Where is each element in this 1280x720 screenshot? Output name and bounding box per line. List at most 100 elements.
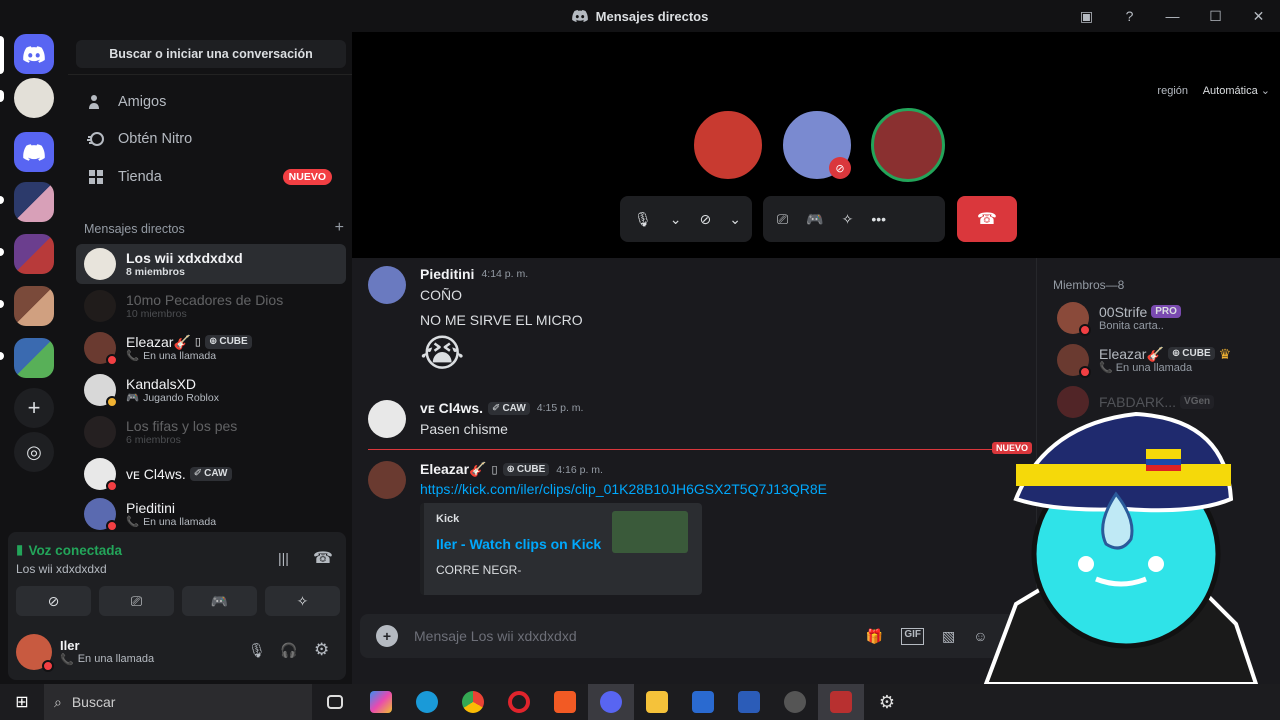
explorer-icon[interactable] [634,684,680,720]
task-view-icon[interactable] [312,684,358,720]
discover-button[interactable]: ◎ [14,432,54,472]
edge-icon[interactable] [404,684,450,720]
mic-icon[interactable]: 🎙 [248,642,266,659]
section-title: Mensajes directos [84,222,185,236]
server-folder[interactable] [14,182,54,222]
maximize-button[interactable]: ☐ [1194,8,1237,25]
add-dm-icon[interactable]: + [335,220,344,236]
region-select[interactable]: Automática [1203,85,1258,97]
avatar [84,458,118,492]
message-link[interactable]: https://kick.com/iler/clips/clip_01K28B1… [420,481,827,497]
dm-item[interactable]: KandalsXD 🎮 Jugando Roblox [76,370,346,410]
dm-item[interactable]: Los fifas y los pes 6 miembros [76,412,346,452]
avatar[interactable] [368,400,406,438]
gif-icon[interactable]: GIF [901,627,925,645]
game-icon: 🎮 [126,392,140,405]
app-icon[interactable] [772,684,818,720]
chevron-down-icon[interactable]: ⌄ [729,211,741,228]
hang-up-icon: ☎ [977,211,997,228]
search-button[interactable]: Buscar o iniciar una conversación [76,40,346,68]
call-participant[interactable]: ⊘ [780,108,854,182]
app-icon[interactable] [818,684,864,720]
server-icon[interactable] [14,132,54,172]
author[interactable]: Eleazar🎸 [420,461,486,478]
tag-text: CUBE [219,336,248,348]
status-dnd [106,354,118,366]
help-icon[interactable]: ? [1108,8,1151,24]
dm-name: KandalsXD [126,375,197,392]
taskbar-search[interactable]: ⌕ Buscar [44,684,312,720]
nav-friends[interactable]: Amigos [76,84,346,120]
member-item[interactable]: Eleazar🎸 ⊕ CUBE ♛ 📞 En una llamada [1057,344,1231,378]
plus-icon: + [27,395,41,420]
server-icon[interactable] [14,78,54,118]
chevron-down-icon: ⌄ [1260,85,1270,97]
nav-nitro[interactable]: Obtén Nitro [76,121,346,157]
close-button[interactable]: ✕ [1237,8,1280,25]
home-button[interactable] [14,34,54,74]
nav-shop[interactable]: Tienda NUEVO [76,159,346,195]
screenshare-icon[interactable]: ⎚ [777,211,788,228]
upload-icon[interactable]: + [376,625,398,647]
more-icon[interactable]: ••• [871,211,886,227]
discord-taskbar-icon[interactable] [588,684,634,720]
chrome-icon[interactable] [450,684,496,720]
soundboard-button[interactable]: ✧ [265,586,340,616]
user-status: En una llamada [77,653,155,665]
guild-tag: ⊕ CUBE [1167,346,1215,361]
divider [68,74,352,75]
copilot-icon[interactable] [358,684,404,720]
call-participant[interactable] [871,108,945,182]
shop-icon [89,170,103,184]
dm-item[interactable]: 10mo Pecadores de Dios 10 miembros [76,286,346,326]
word-icon[interactable] [726,684,772,720]
screenshare-button[interactable]: ⎚ [99,586,174,616]
dm-item[interactable]: Eleazar🎸 ▯ ⊕ CUBE 📞 En una llamada [76,328,346,368]
dm-item[interactable]: Los wii xdxdxdxd 8 miembros [76,244,346,284]
noise-icon[interactable]: ||| [278,550,289,566]
add-server-button[interactable]: + [14,388,54,428]
brave-icon[interactable] [542,684,588,720]
member-sub: En una llamada [1115,361,1193,374]
guild-tag: ✐ CAW [488,401,530,415]
hang-up-button[interactable]: ☎ [957,196,1017,242]
chevron-down-icon[interactable]: ⌄ [670,211,682,228]
server-folder[interactable] [14,234,54,274]
title-bar: Mensajes directos ▣ ? — ☐ ✕ [0,0,1280,32]
mic-icon[interactable]: 🎙 [634,211,652,228]
member-sub: Bonita carta.. [1099,319,1164,332]
dm-item[interactable]: Pieditini 📞 En una llamada [76,494,346,534]
author[interactable]: ᴠᴇ Cl4ws. [420,400,483,416]
server-folder[interactable] [14,338,54,378]
voice-channel[interactable]: Los wii xdxdxdxd [16,562,107,576]
soundboard-icon[interactable]: ✧ [842,211,854,228]
inbox-icon[interactable]: ▣ [1065,8,1108,25]
gift-icon[interactable]: 🎁 [866,628,883,645]
avatar[interactable] [368,461,406,499]
member-item[interactable]: 00Strife PRO Bonita carta.. [1057,302,1181,336]
dm-item[interactable]: ᴠᴇ Cl4ws. ✐ CAW [76,454,346,494]
gamepad-icon[interactable]: 🎮 [806,211,823,228]
camera-button[interactable]: ⊘ [16,586,91,616]
camera-off-icon[interactable]: ⊘ [700,211,712,228]
sticker-icon[interactable]: ▧ [942,628,955,645]
embed-thumbnail[interactable] [612,511,688,553]
timestamp: 4:14 p. m. [481,268,529,280]
settings-icon[interactable]: ⚙ [864,684,910,720]
headphones-icon[interactable]: 🎧 [280,642,297,659]
opera-icon[interactable] [496,684,542,720]
nav-label: Tienda [118,169,162,185]
author[interactable]: Pieditini [420,266,474,282]
message-input[interactable]: Mensaje Los wii xdxdxdxd [414,628,577,644]
minimize-button[interactable]: — [1151,8,1194,24]
start-button[interactable]: ⊞ [0,684,44,720]
avatar[interactable] [16,634,54,672]
disconnect-icon[interactable]: ☎ [313,548,333,568]
app-icon[interactable] [680,684,726,720]
message-composer[interactable]: + Mensaje Los wii xdxdxdxd 🎁 GIF ▧ ☺ 🎮 [360,614,1035,658]
avatar[interactable] [368,266,406,304]
activity-button[interactable]: 🎮 [182,586,257,616]
call-participant[interactable] [691,108,765,182]
server-folder[interactable] [14,286,54,326]
settings-icon[interactable]: ⚙ [314,640,329,660]
